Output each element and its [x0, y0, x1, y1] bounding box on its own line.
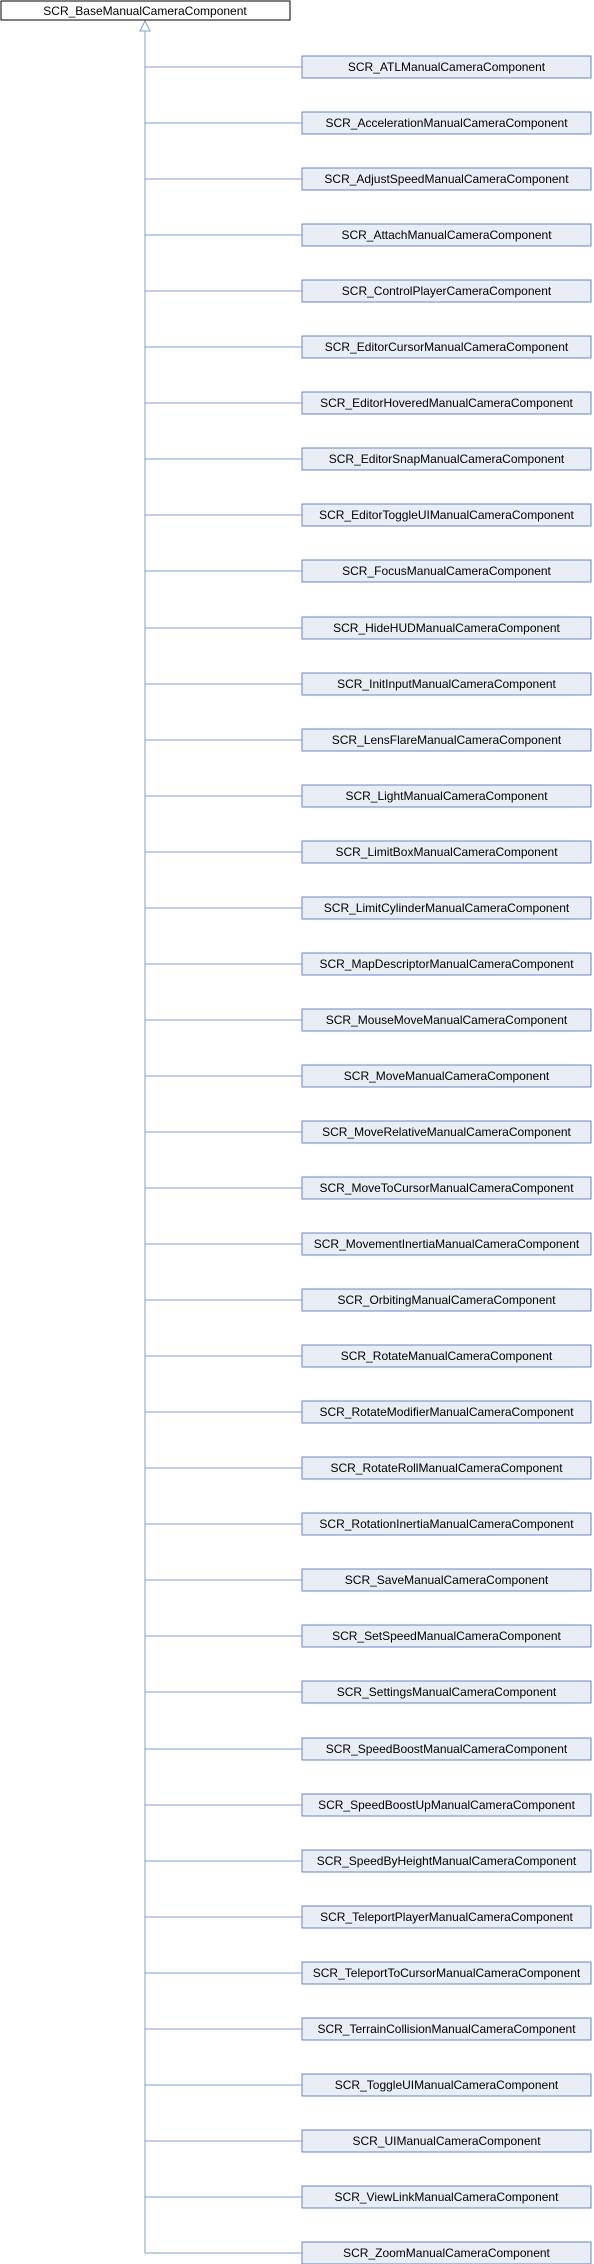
derived-class-label: SCR_OrbitingManualCameraComponent	[337, 1293, 556, 1307]
derived-class-node[interactable]: SCR_EditorToggleUIManualCameraComponent	[301, 503, 592, 527]
derived-class-label: SCR_AttachManualCameraComponent	[341, 228, 552, 242]
derived-class-label: SCR_RotateRollManualCameraComponent	[330, 1461, 563, 1475]
derived-classes: SCR_ATLManualCameraComponent SCR_Accelera…	[301, 55, 592, 2264]
derived-class-label: SCR_MapDescriptorManualCameraComponent	[319, 957, 574, 971]
derived-class-node[interactable]: SCR_MoveManualCameraComponent	[301, 1064, 592, 1088]
derived-class-label: SCR_EditorSnapManualCameraComponent	[329, 452, 565, 466]
derived-class-node[interactable]: SCR_LensFlareManualCameraComponent	[301, 728, 592, 752]
derived-class-node[interactable]: SCR_MovementInertiaManualCameraComponent	[301, 1232, 592, 1256]
derived-class-label: SCR_LimitBoxManualCameraComponent	[335, 845, 558, 859]
derived-class-label: SCR_MouseMoveManualCameraComponent	[326, 1013, 568, 1027]
derived-class-label: SCR_UIManualCameraComponent	[352, 2134, 541, 2148]
derived-class-node[interactable]: SCR_ATLManualCameraComponent	[301, 55, 592, 79]
derived-class-label: SCR_FocusManualCameraComponent	[342, 564, 551, 578]
derived-class-label: SCR_MoveToCursorManualCameraComponent	[319, 1181, 574, 1195]
derived-class-node[interactable]: SCR_ToggleUIManualCameraComponent	[301, 2073, 592, 2097]
inheritance-diagram: SCR_BaseManualCameraComponent SCR_ATLMan…	[0, 0, 592, 2264]
derived-class-node[interactable]: SCR_ControlPlayerCameraComponent	[301, 279, 592, 303]
derived-class-node[interactable]: SCR_TerrainCollisionManualCameraComponen…	[301, 2017, 592, 2041]
derived-class-node[interactable]: SCR_AttachManualCameraComponent	[301, 223, 592, 247]
inheritance-edges	[139, 19, 302, 2254]
derived-class-label: SCR_RotationInertiaManualCameraComponent	[319, 1517, 574, 1531]
derived-class-node[interactable]: SCR_TeleportToCursorManualCameraComponen…	[301, 1961, 592, 1985]
derived-class-label: SCR_SpeedBoostManualCameraComponent	[326, 1742, 568, 1756]
derived-class-label: SCR_SpeedBoostUpManualCameraComponent	[318, 1798, 575, 1812]
derived-class-label: SCR_ViewLinkManualCameraComponent	[335, 2190, 560, 2204]
derived-class-label: SCR_LimitCylinderManualCameraComponent	[324, 901, 570, 915]
derived-class-node[interactable]: SCR_MouseMoveManualCameraComponent	[301, 1008, 592, 1032]
derived-class-label: SCR_ToggleUIManualCameraComponent	[335, 2078, 559, 2092]
derived-class-label: SCR_EditorCursorManualCameraComponent	[325, 340, 569, 354]
derived-class-node[interactable]: SCR_SpeedByHeightManualCameraComponent	[301, 1849, 592, 1873]
derived-class-label: SCR_MoveManualCameraComponent	[344, 1069, 550, 1083]
derived-class-label: SCR_TeleportPlayerManualCameraComponent	[320, 1910, 573, 1924]
derived-class-node[interactable]: SCR_EditorSnapManualCameraComponent	[301, 447, 592, 471]
derived-class-label: SCR_ATLManualCameraComponent	[348, 60, 546, 74]
derived-class-node[interactable]: SCR_EditorCursorManualCameraComponent	[301, 335, 592, 359]
derived-class-node[interactable]: SCR_RotateModifierManualCameraComponent	[301, 1400, 592, 1424]
derived-class-node[interactable]: SCR_SpeedBoostUpManualCameraComponent	[301, 1793, 592, 1817]
derived-class-node[interactable]: SCR_HideHUDManualCameraComponent	[301, 616, 592, 640]
derived-class-node[interactable]: SCR_InitInputManualCameraComponent	[301, 672, 592, 696]
derived-class-label: SCR_TeleportToCursorManualCameraComponen…	[313, 1966, 581, 1980]
inheritance-arrowhead	[139, 19, 151, 32]
derived-class-label: SCR_SettingsManualCameraComponent	[337, 1685, 557, 1699]
derived-class-node[interactable]: SCR_RotationInertiaManualCameraComponent	[301, 1512, 592, 1536]
derived-class-node[interactable]: SCR_ZoomManualCameraComponent	[301, 2241, 592, 2264]
derived-class-label: SCR_RotateModifierManualCameraComponent	[319, 1405, 574, 1419]
derived-class-node[interactable]: SCR_TeleportPlayerManualCameraComponent	[301, 1905, 592, 1929]
base-class-node[interactable]: SCR_BaseManualCameraComponent	[0, 0, 291, 21]
derived-class-label: SCR_SetSpeedManualCameraComponent	[332, 1629, 561, 1643]
derived-class-label: SCR_MovementInertiaManualCameraComponent	[314, 1237, 580, 1251]
derived-class-node[interactable]: SCR_FocusManualCameraComponent	[301, 559, 592, 583]
derived-class-label: SCR_RotateManualCameraComponent	[341, 1349, 553, 1363]
derived-class-label: SCR_MoveRelativeManualCameraComponent	[322, 1125, 571, 1139]
derived-class-node[interactable]: SCR_AccelerationManualCameraComponent	[301, 111, 592, 135]
derived-class-node[interactable]: SCR_UIManualCameraComponent	[301, 2129, 592, 2153]
derived-class-node[interactable]: SCR_MapDescriptorManualCameraComponent	[301, 952, 592, 976]
derived-class-label: SCR_SpeedByHeightManualCameraComponent	[317, 1854, 577, 1868]
derived-class-label: SCR_EditorHoveredManualCameraComponent	[320, 396, 573, 410]
derived-class-label: SCR_HideHUDManualCameraComponent	[333, 621, 560, 635]
derived-class-node[interactable]: SCR_LimitCylinderManualCameraComponent	[301, 896, 592, 920]
derived-class-node[interactable]: SCR_MoveToCursorManualCameraComponent	[301, 1176, 592, 1200]
derived-class-label: SCR_AccelerationManualCameraComponent	[325, 116, 568, 130]
derived-class-label: SCR_SaveManualCameraComponent	[345, 1573, 549, 1587]
derived-class-label: SCR_AdjustSpeedManualCameraComponent	[324, 172, 569, 186]
derived-class-node[interactable]: SCR_SaveManualCameraComponent	[301, 1568, 592, 1592]
derived-class-node[interactable]: SCR_EditorHoveredManualCameraComponent	[301, 391, 592, 415]
derived-class-label: SCR_TerrainCollisionManualCameraComponen…	[317, 2022, 576, 2036]
derived-class-node[interactable]: SCR_SettingsManualCameraComponent	[301, 1680, 592, 1704]
derived-class-node[interactable]: SCR_SpeedBoostManualCameraComponent	[301, 1737, 592, 1761]
derived-class-node[interactable]: SCR_MoveRelativeManualCameraComponent	[301, 1120, 592, 1144]
derived-class-label: SCR_LightManualCameraComponent	[345, 789, 548, 803]
derived-class-label: SCR_InitInputManualCameraComponent	[337, 677, 556, 691]
derived-class-node[interactable]: SCR_LimitBoxManualCameraComponent	[301, 840, 592, 864]
derived-class-node[interactable]: SCR_ViewLinkManualCameraComponent	[301, 2185, 592, 2209]
derived-class-label: SCR_LensFlareManualCameraComponent	[332, 733, 562, 747]
derived-class-node[interactable]: SCR_OrbitingManualCameraComponent	[301, 1288, 592, 1312]
derived-class-node[interactable]: SCR_SetSpeedManualCameraComponent	[301, 1624, 592, 1648]
derived-class-node[interactable]: SCR_AdjustSpeedManualCameraComponent	[301, 167, 592, 191]
derived-class-node[interactable]: SCR_RotateManualCameraComponent	[301, 1344, 592, 1368]
derived-class-node[interactable]: SCR_LightManualCameraComponent	[301, 784, 592, 808]
derived-class-label: SCR_ZoomManualCameraComponent	[343, 2246, 550, 2260]
derived-class-label: SCR_ControlPlayerCameraComponent	[342, 284, 552, 298]
derived-class-label: SCR_EditorToggleUIManualCameraComponent	[319, 508, 574, 522]
base-class-label: SCR_BaseManualCameraComponent	[43, 4, 247, 18]
derived-class-node[interactable]: SCR_RotateRollManualCameraComponent	[301, 1456, 592, 1480]
